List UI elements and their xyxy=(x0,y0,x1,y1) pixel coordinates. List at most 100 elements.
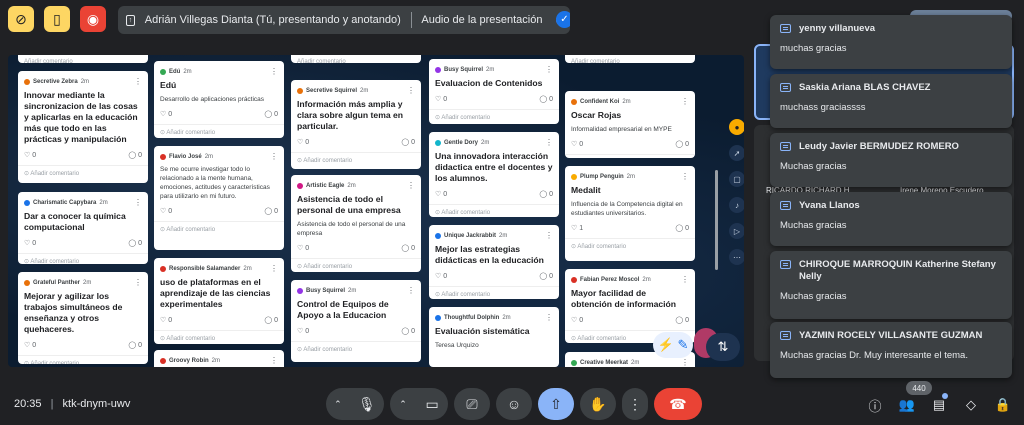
card-menu-icon[interactable]: ⋮ xyxy=(545,231,553,240)
annotation-off-icon[interactable]: ⊘ xyxy=(8,6,34,32)
raise-hand-button[interactable]: ✋ xyxy=(580,388,616,420)
board-card-stub[interactable]: Añadir comentario xyxy=(565,55,695,63)
comment-count-button[interactable]: ◯ 0 xyxy=(264,110,278,118)
board-card[interactable]: Unique Jackrabbit 2m ⋮ Mejor las estrategia… xyxy=(429,225,559,299)
captions-button[interactable]: ⎚ xyxy=(454,388,490,420)
add-comment-field[interactable]: ⊙ Añadir comentario xyxy=(18,355,148,364)
comment-count-button[interactable]: ◯ 0 xyxy=(675,224,689,232)
add-comment-field[interactable]: ⊙ Añadir comentario xyxy=(291,341,421,357)
card-menu-icon[interactable]: ⋮ xyxy=(545,65,553,74)
board-card[interactable]: Grateful Panther 2m ⋮ Mejorar y agilizar lo… xyxy=(18,272,148,364)
board-card[interactable]: Edú 2m ⋮ Edú Desarrollo de aplicaciones prác… xyxy=(154,61,284,138)
add-comment-field[interactable]: ⊙ Añadir comentario xyxy=(154,124,284,138)
card-menu-icon[interactable]: ⋮ xyxy=(545,313,553,322)
chat-toast[interactable]: Saskia Ariana BLAS CHAVEZ muchass gracias… xyxy=(770,74,1012,128)
add-comment-field[interactable]: ⊙ Añadir comentario xyxy=(291,152,421,168)
board-card[interactable]: Gentle Dory 2m ⋮ Una innovadora interacción… xyxy=(429,132,559,217)
board-card[interactable]: Secretive Zebra 2m ⋮ Innovar mediante la si… xyxy=(18,71,148,183)
like-button[interactable]: ♡ 0 xyxy=(297,244,309,252)
comment-count-button[interactable]: ◯ 0 xyxy=(675,140,689,148)
card-menu-icon[interactable]: ⋮ xyxy=(270,356,278,365)
card-menu-icon[interactable]: ⋮ xyxy=(545,138,553,147)
record-icon[interactable]: ◉ xyxy=(80,6,106,32)
bell-icon[interactable]: ♪ xyxy=(729,197,744,213)
add-comment-field[interactable]: ⊙ Añadir comentario xyxy=(565,154,695,158)
add-comment-field[interactable]: ⊙ Añadir comentario xyxy=(154,221,284,237)
card-menu-icon[interactable]: ⋮ xyxy=(270,264,278,273)
chat-toast[interactable]: Yvana Llanos Muchas gracias xyxy=(770,192,1012,246)
card-menu-icon[interactable]: ⋮ xyxy=(681,275,689,284)
comment-count-button[interactable]: ◯ 0 xyxy=(539,190,553,198)
comment-count-button[interactable]: ◯ 0 xyxy=(675,316,689,324)
mic-options-chevron-icon[interactable]: ⌃ xyxy=(334,399,342,410)
comment-count-button[interactable]: ◯ 0 xyxy=(128,239,142,247)
leave-call-button[interactable]: ☎ xyxy=(654,388,702,420)
more-dots-icon[interactable]: ⋯ xyxy=(729,249,744,265)
like-button[interactable]: ♡ 0 xyxy=(297,327,309,335)
card-menu-icon[interactable]: ⋮ xyxy=(681,172,689,181)
card-menu-icon[interactable]: ⋮ xyxy=(134,77,142,86)
present-button[interactable]: ⇧ xyxy=(538,388,574,420)
more-options-button[interactable]: ⋮ xyxy=(622,388,648,420)
share-icon[interactable]: ➚ xyxy=(729,145,744,161)
board-card[interactable]: Thoughtful Dolphin 2m ⋮ Evaluación sistemát… xyxy=(429,307,559,367)
board-card[interactable]: Charismatic Capybara 2m ⋮ Dar a conocer la … xyxy=(18,192,148,264)
card-menu-icon[interactable]: ⋮ xyxy=(681,97,689,106)
host-controls-icon[interactable]: 🔒 xyxy=(992,394,1014,416)
add-comment-field[interactable]: ⊙ Añadir comentario xyxy=(291,258,421,272)
board-card[interactable]: Plump Penguin 2m ⋮ Medalit Influencia de la … xyxy=(565,166,695,261)
comment-count-button[interactable]: ◯ 0 xyxy=(128,151,142,159)
chat-toast[interactable]: Leudy Javier BERMUDEZ ROMERO Muchas graci… xyxy=(770,133,1012,187)
board-card-stub[interactable]: Añadir comentario xyxy=(291,55,421,63)
chat-toast[interactable]: CHIROQUE MARROQUIN Katherine Stefany Nel… xyxy=(770,251,1012,319)
board-card[interactable]: Busy Squirrel 2m ⋮ Control de Equipos de Ap… xyxy=(291,280,421,362)
presentation-audio-toggle[interactable] xyxy=(556,11,570,28)
add-comment-field[interactable]: ⊙ Añadir comentario xyxy=(18,165,148,181)
add-comment-field[interactable]: ⊙ Añadir comentario xyxy=(429,204,559,217)
like-button[interactable]: ♡ 0 xyxy=(435,190,447,198)
card-menu-icon[interactable]: ⋮ xyxy=(681,358,689,367)
lightning-annotate-button[interactable]: ⚡ ✎ xyxy=(653,332,693,358)
comment-count-button[interactable]: ◯ 0 xyxy=(128,341,142,349)
like-button[interactable]: ♡ 1 xyxy=(571,224,583,232)
add-comment-field[interactable]: ⊙ Añadir comentario xyxy=(18,253,148,264)
like-button[interactable]: ♡ 0 xyxy=(297,138,309,146)
microphone-icon[interactable]: 🎙 xyxy=(358,396,376,413)
board-card[interactable]: Secretive Squirrel 2m ⋮ Información más amp… xyxy=(291,80,421,169)
like-button[interactable]: ♡ 0 xyxy=(24,341,36,349)
like-button[interactable]: ♡ 0 xyxy=(571,316,583,324)
board-card[interactable]: Flavio José 2m ⋮ Se me ocurre investigar to… xyxy=(154,146,284,250)
door-icon[interactable]: ▯ xyxy=(44,6,70,32)
comment-count-button[interactable]: ◯ 0 xyxy=(539,95,553,103)
like-button[interactable]: ♡ 0 xyxy=(24,151,36,159)
board-card[interactable]: Artistic Eagle 2m ⋮ Asistencia de todo el p… xyxy=(291,175,421,272)
play-icon[interactable]: ▷ xyxy=(729,223,744,239)
board-card[interactable]: Responsible Salamander 2m ⋮ uso de platafor… xyxy=(154,258,284,344)
board-card[interactable]: Busy Squirrel 2m ⋮ Evaluacion de Contenidos… xyxy=(429,59,559,124)
card-menu-icon[interactable]: ⋮ xyxy=(270,67,278,76)
add-comment-field[interactable]: ⊙ Añadir comentario xyxy=(565,238,695,254)
slideshow-icon[interactable]: ▢ xyxy=(729,171,744,187)
swap-arrows-button[interactable]: ⇅ xyxy=(706,333,740,361)
comment-count-button[interactable]: ◯ 0 xyxy=(401,138,415,146)
people-icon[interactable]: 👥 xyxy=(896,394,918,416)
comment-count-button[interactable]: ◯ 0 xyxy=(401,327,415,335)
comment-count-button[interactable]: ◯ 0 xyxy=(264,207,278,215)
card-menu-icon[interactable]: ⋮ xyxy=(407,86,415,95)
board-scrollbar[interactable] xyxy=(715,170,718,270)
comment-count-button[interactable]: ◯ 0 xyxy=(401,244,415,252)
card-menu-icon[interactable]: ⋮ xyxy=(270,152,278,161)
like-button[interactable]: ♡ 0 xyxy=(24,239,36,247)
like-button[interactable]: ♡ 0 xyxy=(571,140,583,148)
like-button[interactable]: ♡ 0 xyxy=(160,207,172,215)
emoji-button[interactable]: ☺ xyxy=(496,388,532,420)
comment-count-button[interactable]: ◯ 0 xyxy=(264,316,278,324)
board-card[interactable]: Confident Koi 2m ⋮ Oscar Rojas Informalidad … xyxy=(565,91,695,158)
add-comment-field[interactable]: ⊙ Añadir comentario xyxy=(154,330,284,344)
card-menu-icon[interactable]: ⋮ xyxy=(134,198,142,207)
card-menu-icon[interactable]: ⋮ xyxy=(407,181,415,190)
chat-toast[interactable]: YAZMIN ROCELY VILLASANTE GUZMAN Muchas gr… xyxy=(770,322,1012,378)
meeting-code[interactable]: ktk-dnym-uwv xyxy=(63,398,131,410)
chat-toast[interactable]: yenny villanueva muchas gracias xyxy=(770,15,1012,69)
like-button[interactable]: ♡ 0 xyxy=(435,272,447,280)
